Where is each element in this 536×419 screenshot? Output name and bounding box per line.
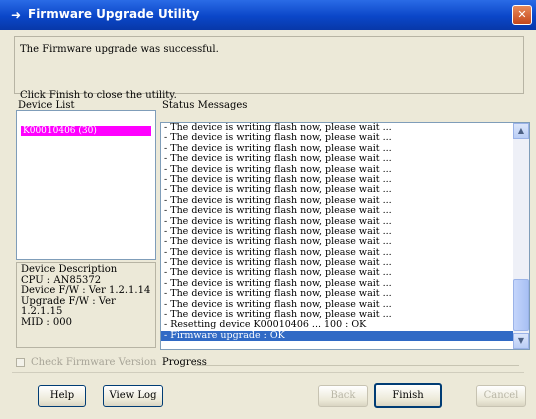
scroll-down-button[interactable]: ▼ bbox=[513, 333, 529, 349]
finish-button[interactable]: Finish bbox=[374, 383, 442, 408]
status-message-line[interactable]: - Resetting device K00010406 ... 100 : O… bbox=[161, 320, 515, 330]
status-message-line[interactable]: - The device is writing flash now, pleas… bbox=[161, 206, 515, 216]
status-scrollbar[interactable]: ▲ ▼ bbox=[513, 123, 529, 349]
status-message-line[interactable]: - The device is writing flash now, pleas… bbox=[161, 279, 515, 289]
window-title: Firmware Upgrade Utility bbox=[28, 7, 200, 21]
device-description-title: Device Description bbox=[21, 264, 118, 275]
progress-label: Progress bbox=[162, 357, 207, 368]
status-message-line[interactable]: - The device is writing flash now, pleas… bbox=[161, 123, 515, 133]
status-message-line[interactable]: - The device is writing flash now, pleas… bbox=[161, 217, 515, 227]
status-message-line[interactable]: - The device is writing flash now, pleas… bbox=[161, 258, 515, 268]
check-firmware-label: Check Firmware Version bbox=[31, 357, 157, 368]
title-bar: ➜ Firmware Upgrade Utility ✕ bbox=[0, 0, 536, 30]
device-firmware-version: Device F/W : Ver 1.2.1.14 bbox=[21, 285, 151, 296]
status-message-line[interactable]: - The device is writing flash now, pleas… bbox=[161, 268, 515, 278]
status-message-line[interactable]: - The device is writing flash now, pleas… bbox=[161, 175, 515, 185]
scroll-thumb[interactable] bbox=[513, 279, 529, 331]
status-message-line[interactable]: - The device is writing flash now, pleas… bbox=[161, 227, 515, 237]
device-description-panel: Device Description CPU : AN85372 Device … bbox=[16, 262, 156, 348]
device-mid: MID : 000 bbox=[21, 316, 73, 328]
status-messages-box[interactable]: - The device is writing flash now, pleas… bbox=[160, 122, 530, 350]
device-list-item[interactable]: K00010406 (30) bbox=[21, 126, 151, 136]
status-message-line[interactable]: - The device is writing flash now, pleas… bbox=[161, 144, 515, 154]
status-message-line[interactable]: - The device is writing flash now, pleas… bbox=[161, 154, 515, 164]
device-list[interactable]: K00010406 (30) bbox=[16, 110, 156, 260]
close-button[interactable]: ✕ bbox=[512, 5, 532, 25]
status-message-line[interactable]: - The device is writing flash now, pleas… bbox=[161, 300, 515, 310]
bottom-divider bbox=[12, 372, 524, 373]
status-message-line[interactable]: - The device is writing flash now, pleas… bbox=[161, 196, 515, 206]
status-message-line[interactable]: - The device is writing flash now, pleas… bbox=[161, 185, 515, 195]
status-message-line[interactable]: - The device is writing flash now, pleas… bbox=[161, 165, 515, 175]
scroll-up-button[interactable]: ▲ bbox=[513, 123, 529, 139]
cancel-button[interactable]: Cancel bbox=[476, 385, 526, 407]
back-button[interactable]: Back bbox=[318, 385, 368, 407]
status-message-line[interactable]: - The device is writing flash now, pleas… bbox=[161, 310, 515, 320]
status-messages-label: Status Messages bbox=[162, 100, 248, 111]
view-log-button[interactable]: View Log bbox=[103, 385, 163, 407]
check-firmware-checkbox[interactable] bbox=[16, 358, 25, 367]
help-button[interactable]: Help bbox=[38, 385, 86, 407]
upgrade-firmware-version: 1.2.1.15 bbox=[21, 306, 63, 317]
arrow-icon: ➜ bbox=[10, 8, 22, 22]
success-message: The Firmware upgrade was successful. bbox=[20, 44, 219, 55]
status-message-line[interactable]: - Firmware upgrade : OK bbox=[161, 330, 515, 342]
status-message-line[interactable]: - The device is writing flash now, pleas… bbox=[161, 237, 515, 247]
status-message-line[interactable]: - The device is writing flash now, pleas… bbox=[161, 133, 515, 143]
status-message-line[interactable]: - The device is writing flash now, pleas… bbox=[161, 289, 515, 299]
status-message-line[interactable]: - The device is writing flash now, pleas… bbox=[161, 248, 515, 258]
progress-divider bbox=[193, 365, 519, 366]
status-messages-list: - The device is writing flash now, pleas… bbox=[161, 123, 515, 342]
